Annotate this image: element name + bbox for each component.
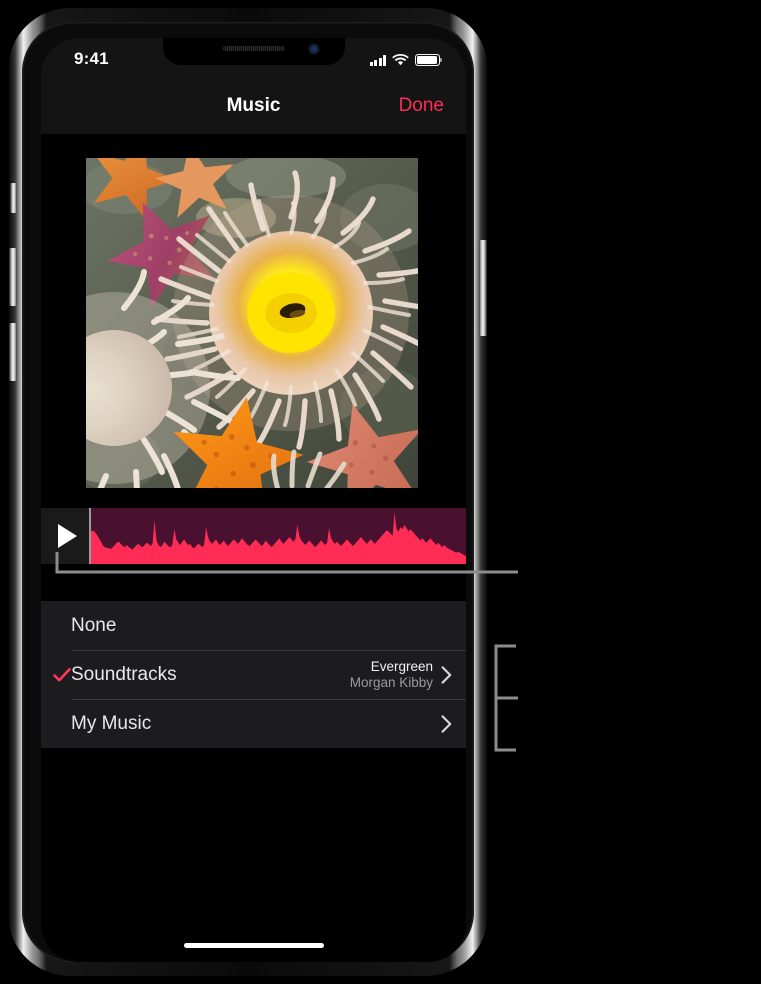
option-row[interactable]: Soundtracks Evergreen Morgan Kibby [41,650,466,699]
status-bar-time: 9:41 [74,49,109,68]
video-preview[interactable] [86,158,418,488]
option-row[interactable]: My Music [41,699,466,748]
power-button[interactable] [479,240,487,336]
navigation-bar: Music Done [41,82,466,134]
option-row-accessory [441,714,452,733]
volume-down-button[interactable] [9,323,17,381]
done-button[interactable]: Done [399,95,444,117]
option-label: None [71,614,117,636]
home-indicator[interactable] [183,943,324,948]
status-bar-indicators [369,51,443,66]
callout-bracket-options [494,644,518,752]
battery-full-icon [415,54,443,66]
track-title: Evergreen [370,658,433,674]
audio-waveform[interactable] [89,508,466,564]
music-options-list: None Soundtracks Evergreen Morgan Kibby My M… [41,601,466,748]
silent-switch-button[interactable] [10,183,17,213]
cellular-bars-icon [369,55,386,66]
chevron-right-icon[interactable] [441,665,452,684]
audio-track-row [41,508,466,564]
speaker-grille-icon [222,46,285,51]
play-icon [57,524,77,548]
front-camera-icon [308,44,319,54]
option-label: Soundtracks [71,663,177,685]
option-row-accessory: Evergreen Morgan Kibby [350,659,452,691]
track-artist: Morgan Kibby [349,674,433,690]
wifi-icon [392,54,409,66]
option-label: My Music [71,712,152,734]
option-selected-track: Evergreen Morgan Kibby [350,659,433,691]
chevron-right-icon[interactable] [441,714,452,733]
volume-up-button[interactable] [9,248,17,306]
phone-device-frame: 9:41 Music Done None Soundtracks Evergre… [8,8,488,976]
phone-screen: 9:41 Music Done None Soundtracks Evergre… [41,38,466,962]
battery-fill [417,56,437,64]
checkmark-icon [53,667,71,681]
option-row[interactable]: None [41,601,466,650]
device-notch [162,38,345,65]
play-button[interactable] [41,508,89,564]
waveform-path [91,512,466,564]
